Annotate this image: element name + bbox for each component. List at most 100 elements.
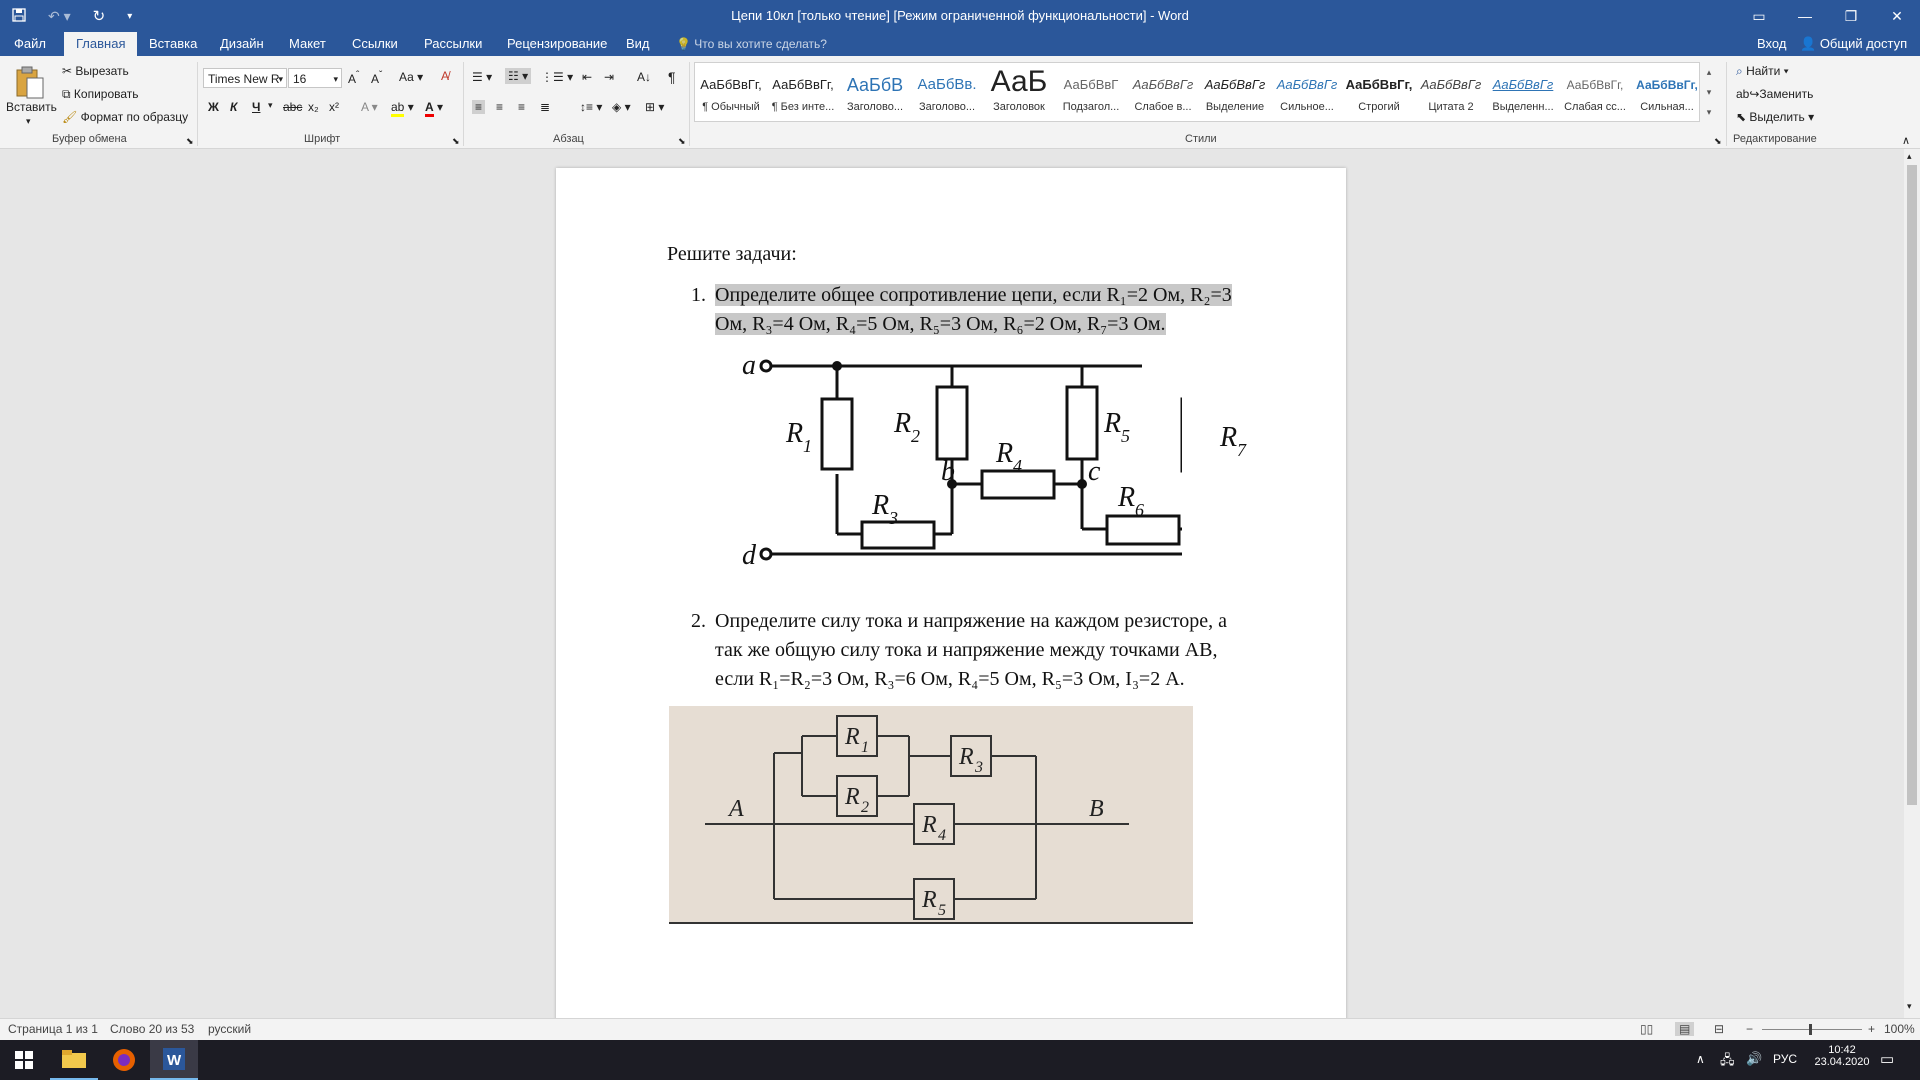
text-effects-icon[interactable]: A ▾ xyxy=(361,100,378,114)
notifications-icon[interactable]: ▭ xyxy=(1880,1050,1894,1068)
grow-font-icon[interactable]: Aˆ xyxy=(348,70,359,86)
input-language[interactable]: РУС xyxy=(1773,1052,1797,1066)
paste-icon[interactable] xyxy=(10,62,50,104)
minimize-button[interactable]: — xyxy=(1782,0,1828,32)
style-item-emphasis[interactable]: АаБбВвГг Выделение xyxy=(1199,63,1271,121)
page-counter[interactable]: Страница 1 из 1 xyxy=(8,1022,98,1036)
shading-icon[interactable]: ◈ ▾ xyxy=(612,100,631,114)
volume-icon[interactable]: 🔊 xyxy=(1746,1051,1762,1067)
clock[interactable]: 10:42 23.04.2020 xyxy=(1806,1044,1878,1068)
tab-references[interactable]: Ссылки xyxy=(340,32,410,56)
numbering-icon[interactable]: ☷ ▾ xyxy=(505,68,532,84)
ribbon-display-icon[interactable]: ▭ xyxy=(1736,0,1782,32)
select-button[interactable]: ⬉ Выделить ▾ xyxy=(1736,110,1814,124)
style-item-intense-quote[interactable]: АаБбВвГг Выделенн... xyxy=(1487,63,1559,121)
font-size-select[interactable]: 16 ▾ xyxy=(288,68,342,88)
tab-mailings[interactable]: Рассылки xyxy=(412,32,494,56)
show-marks-icon[interactable]: ¶ xyxy=(668,69,676,85)
tab-home[interactable]: Главная xyxy=(64,32,138,56)
multilevel-list-icon[interactable]: ⋮☰ ▾ xyxy=(541,70,573,84)
network-icon[interactable]: 🖧 xyxy=(1720,1051,1735,1073)
bullets-icon[interactable]: ☰ ▾ xyxy=(472,70,492,84)
print-layout-icon[interactable]: ▤ xyxy=(1675,1022,1695,1036)
word-taskbar-icon[interactable]: W xyxy=(150,1040,198,1080)
bold-icon[interactable]: Ж xyxy=(208,100,219,114)
font-name-select[interactable]: Times New R ▾ xyxy=(203,68,287,88)
copy-button[interactable]: ⧉ Копировать xyxy=(62,87,139,102)
style-item-intense-reference[interactable]: АаБбВвГг, Сильная... xyxy=(1631,63,1703,121)
align-center-icon[interactable]: ≡ xyxy=(496,100,503,114)
collapse-ribbon-icon[interactable]: ∧ xyxy=(1902,134,1910,147)
find-button[interactable]: ⌕ Найти ▾ xyxy=(1736,64,1789,79)
tab-design[interactable]: Дизайн xyxy=(208,32,276,56)
undo-icon[interactable]: ↶ ▾ xyxy=(48,8,71,25)
tray-overflow-icon[interactable]: ∧ xyxy=(1696,1052,1705,1066)
styles-launcher-icon[interactable]: ⬊ xyxy=(1714,136,1722,147)
save-icon[interactable] xyxy=(12,7,26,25)
style-item-heading2[interactable]: АаБбВв. Заголово... xyxy=(911,63,983,121)
tab-layout[interactable]: Макет xyxy=(277,32,338,56)
tell-me-box[interactable]: 💡 Что вы хотите сделать? xyxy=(676,32,827,56)
zoom-slider-thumb[interactable] xyxy=(1809,1024,1812,1035)
language-indicator[interactable]: русский xyxy=(208,1022,251,1036)
sort-icon[interactable]: A↓ xyxy=(637,70,651,84)
change-case-button[interactable]: Аа ▾ xyxy=(399,70,423,84)
customize-qat-icon[interactable]: ▾ xyxy=(127,11,132,22)
zoom-in-icon[interactable]: + xyxy=(1868,1022,1875,1036)
clear-formatting-icon[interactable]: A̸ xyxy=(441,69,449,83)
justify-icon[interactable]: ≣ xyxy=(540,100,550,114)
sign-in-link[interactable]: Вход xyxy=(1757,32,1786,56)
replace-button[interactable]: ab↪Заменить xyxy=(1736,87,1813,101)
file-explorer-icon[interactable] xyxy=(50,1040,98,1080)
share-button[interactable]: 👤 Общий доступ xyxy=(1800,32,1907,56)
paste-dropdown-icon[interactable]: ▾ xyxy=(26,116,31,127)
close-button[interactable]: ✕ xyxy=(1874,0,1920,32)
font-launcher-icon[interactable]: ⬊ xyxy=(452,136,460,147)
scroll-thumb[interactable] xyxy=(1907,165,1917,805)
strikethrough-icon[interactable]: abc xyxy=(283,100,302,114)
decrease-indent-icon[interactable]: ⇤ xyxy=(582,70,592,84)
tab-file[interactable]: Файл xyxy=(2,32,58,56)
zoom-slider[interactable] xyxy=(1762,1024,1862,1035)
superscript-icon[interactable]: x² xyxy=(329,100,339,114)
style-item-no-spacing[interactable]: АаБбВвГг, ¶ Без инте... xyxy=(767,63,839,121)
firefox-icon[interactable] xyxy=(100,1040,148,1080)
borders-icon[interactable]: ⊞ ▾ xyxy=(645,100,664,114)
format-painter-button[interactable]: 🖌 Формат по образцу xyxy=(62,110,188,124)
restore-button[interactable]: ❐ xyxy=(1828,0,1874,32)
style-item-heading1[interactable]: АаБбВ Заголово... xyxy=(839,63,911,121)
shrink-font-icon[interactable]: Aˇ xyxy=(371,70,382,86)
document-page[interactable]: Решите задачи: 1. Определите общее сопро… xyxy=(556,168,1346,1028)
italic-icon[interactable]: К xyxy=(230,100,237,114)
zoom-out-icon[interactable]: − xyxy=(1746,1022,1753,1036)
style-item-intense-emphasis[interactable]: АаБбВвГг Сильное... xyxy=(1271,63,1343,121)
redo-icon[interactable]: ↻ xyxy=(93,7,106,25)
vertical-scrollbar[interactable]: ▴ ▾ xyxy=(1904,149,1920,1018)
style-item-title[interactable]: АаБ Заголовок xyxy=(983,63,1055,121)
web-layout-icon[interactable]: ⊟ xyxy=(1714,1022,1724,1036)
chevron-down-icon[interactable]: ▾ xyxy=(268,100,273,111)
increase-indent-icon[interactable]: ⇥ xyxy=(604,70,614,84)
paste-button[interactable]: Вставить xyxy=(6,100,57,114)
windows-start-icon[interactable] xyxy=(0,1040,48,1080)
align-right-icon[interactable]: ≡ xyxy=(518,100,525,114)
read-mode-icon[interactable]: ▯▯ xyxy=(1640,1022,1653,1036)
highlight-icon[interactable]: ab ▾ xyxy=(391,100,414,117)
align-left-icon[interactable]: ≡ xyxy=(472,100,486,114)
tab-insert[interactable]: Вставка xyxy=(137,32,209,56)
style-item-subtle-emphasis[interactable]: АаБбВвГг Слабое в... xyxy=(1127,63,1199,121)
styles-scroll[interactable]: ▴ ▾ ▾ xyxy=(1702,62,1716,122)
zoom-level[interactable]: 100% xyxy=(1884,1022,1915,1036)
word-counter[interactable]: Слово 20 из 53 xyxy=(110,1022,194,1036)
style-item-strong[interactable]: АаБбВвГг, Строгий xyxy=(1343,63,1415,121)
style-item-subtitle[interactable]: АаБбВвГ Подзагол... xyxy=(1055,63,1127,121)
scroll-up-icon[interactable]: ▴ xyxy=(1907,151,1912,162)
paragraph-launcher-icon[interactable]: ⬊ xyxy=(678,136,686,147)
line-spacing-icon[interactable]: ↕≡ ▾ xyxy=(580,100,602,114)
style-item-subtle-reference[interactable]: АаБбВвГг, Слабая сс... xyxy=(1559,63,1631,121)
tab-review[interactable]: Рецензирование xyxy=(495,32,619,56)
style-item-quote[interactable]: АаБбВвГг Цитата 2 xyxy=(1415,63,1487,121)
style-item-normal[interactable]: АаБбВвГг, ¶ Обычный xyxy=(695,63,767,121)
cut-button[interactable]: ✂ Вырезать xyxy=(62,64,129,78)
font-color-icon[interactable]: A ▾ xyxy=(425,100,443,117)
